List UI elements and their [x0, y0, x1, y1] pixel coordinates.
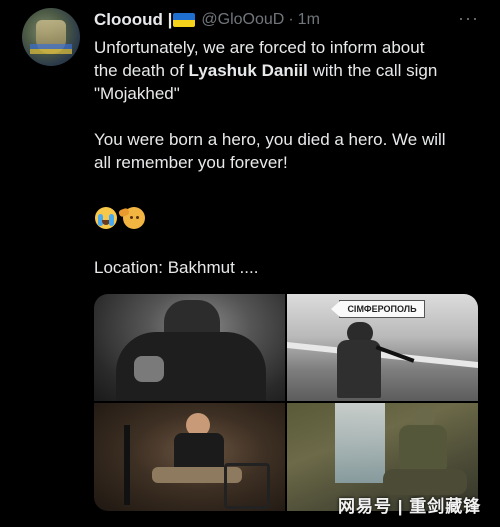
emoji-row	[95, 207, 145, 229]
photo-grid: СІМФЕРОПОЛЬ	[94, 294, 478, 511]
tweet-line-1: Unfortunately, we are forced to inform a…	[94, 38, 425, 57]
saluting-face-icon	[118, 207, 145, 229]
timestamp[interactable]: 1m	[298, 11, 320, 29]
more-options-icon[interactable]: ···	[458, 8, 479, 29]
avatar-flag-stripe	[30, 44, 72, 54]
separator-dot: ·	[288, 11, 294, 28]
deceased-name: Lyashuk Daniil	[188, 61, 308, 80]
location-text: Location: Bakhmut ....	[94, 258, 259, 277]
tweet-line-2-pre: the death of	[94, 61, 189, 80]
tweet-line-3: "Mojakhed"	[94, 84, 180, 103]
tweet-line-2: the death of Lyashuk Daniil with the cal…	[94, 59, 484, 82]
ukraine-flag-icon	[173, 13, 196, 27]
tweet-text: Unfortunately, we are forced to inform a…	[94, 36, 484, 174]
tweet-header: Cloooud | @GloOouD · 1m	[94, 9, 320, 31]
tweet-line-4: You were born a hero, you died a hero. W…	[94, 130, 446, 149]
user-handle[interactable]: @GloOouD	[201, 11, 284, 29]
tweet-line-5: all remember you forever!	[94, 153, 288, 172]
watermark: 网易号 | 重剑藏锋	[338, 497, 482, 516]
photo-soldier-closeup[interactable]	[94, 294, 285, 401]
tweet-line-2-post: with the call sign	[307, 61, 438, 80]
road-sign: СІМФЕРОПОЛЬ	[331, 300, 425, 318]
photo-soldier-roadside[interactable]: СІМФЕРОПОЛЬ	[287, 294, 478, 401]
crying-face-icon	[95, 207, 117, 229]
display-name[interactable]: Cloooud |	[94, 10, 172, 30]
avatar[interactable]	[22, 8, 80, 66]
photo-soldier-seated[interactable]	[94, 403, 285, 511]
